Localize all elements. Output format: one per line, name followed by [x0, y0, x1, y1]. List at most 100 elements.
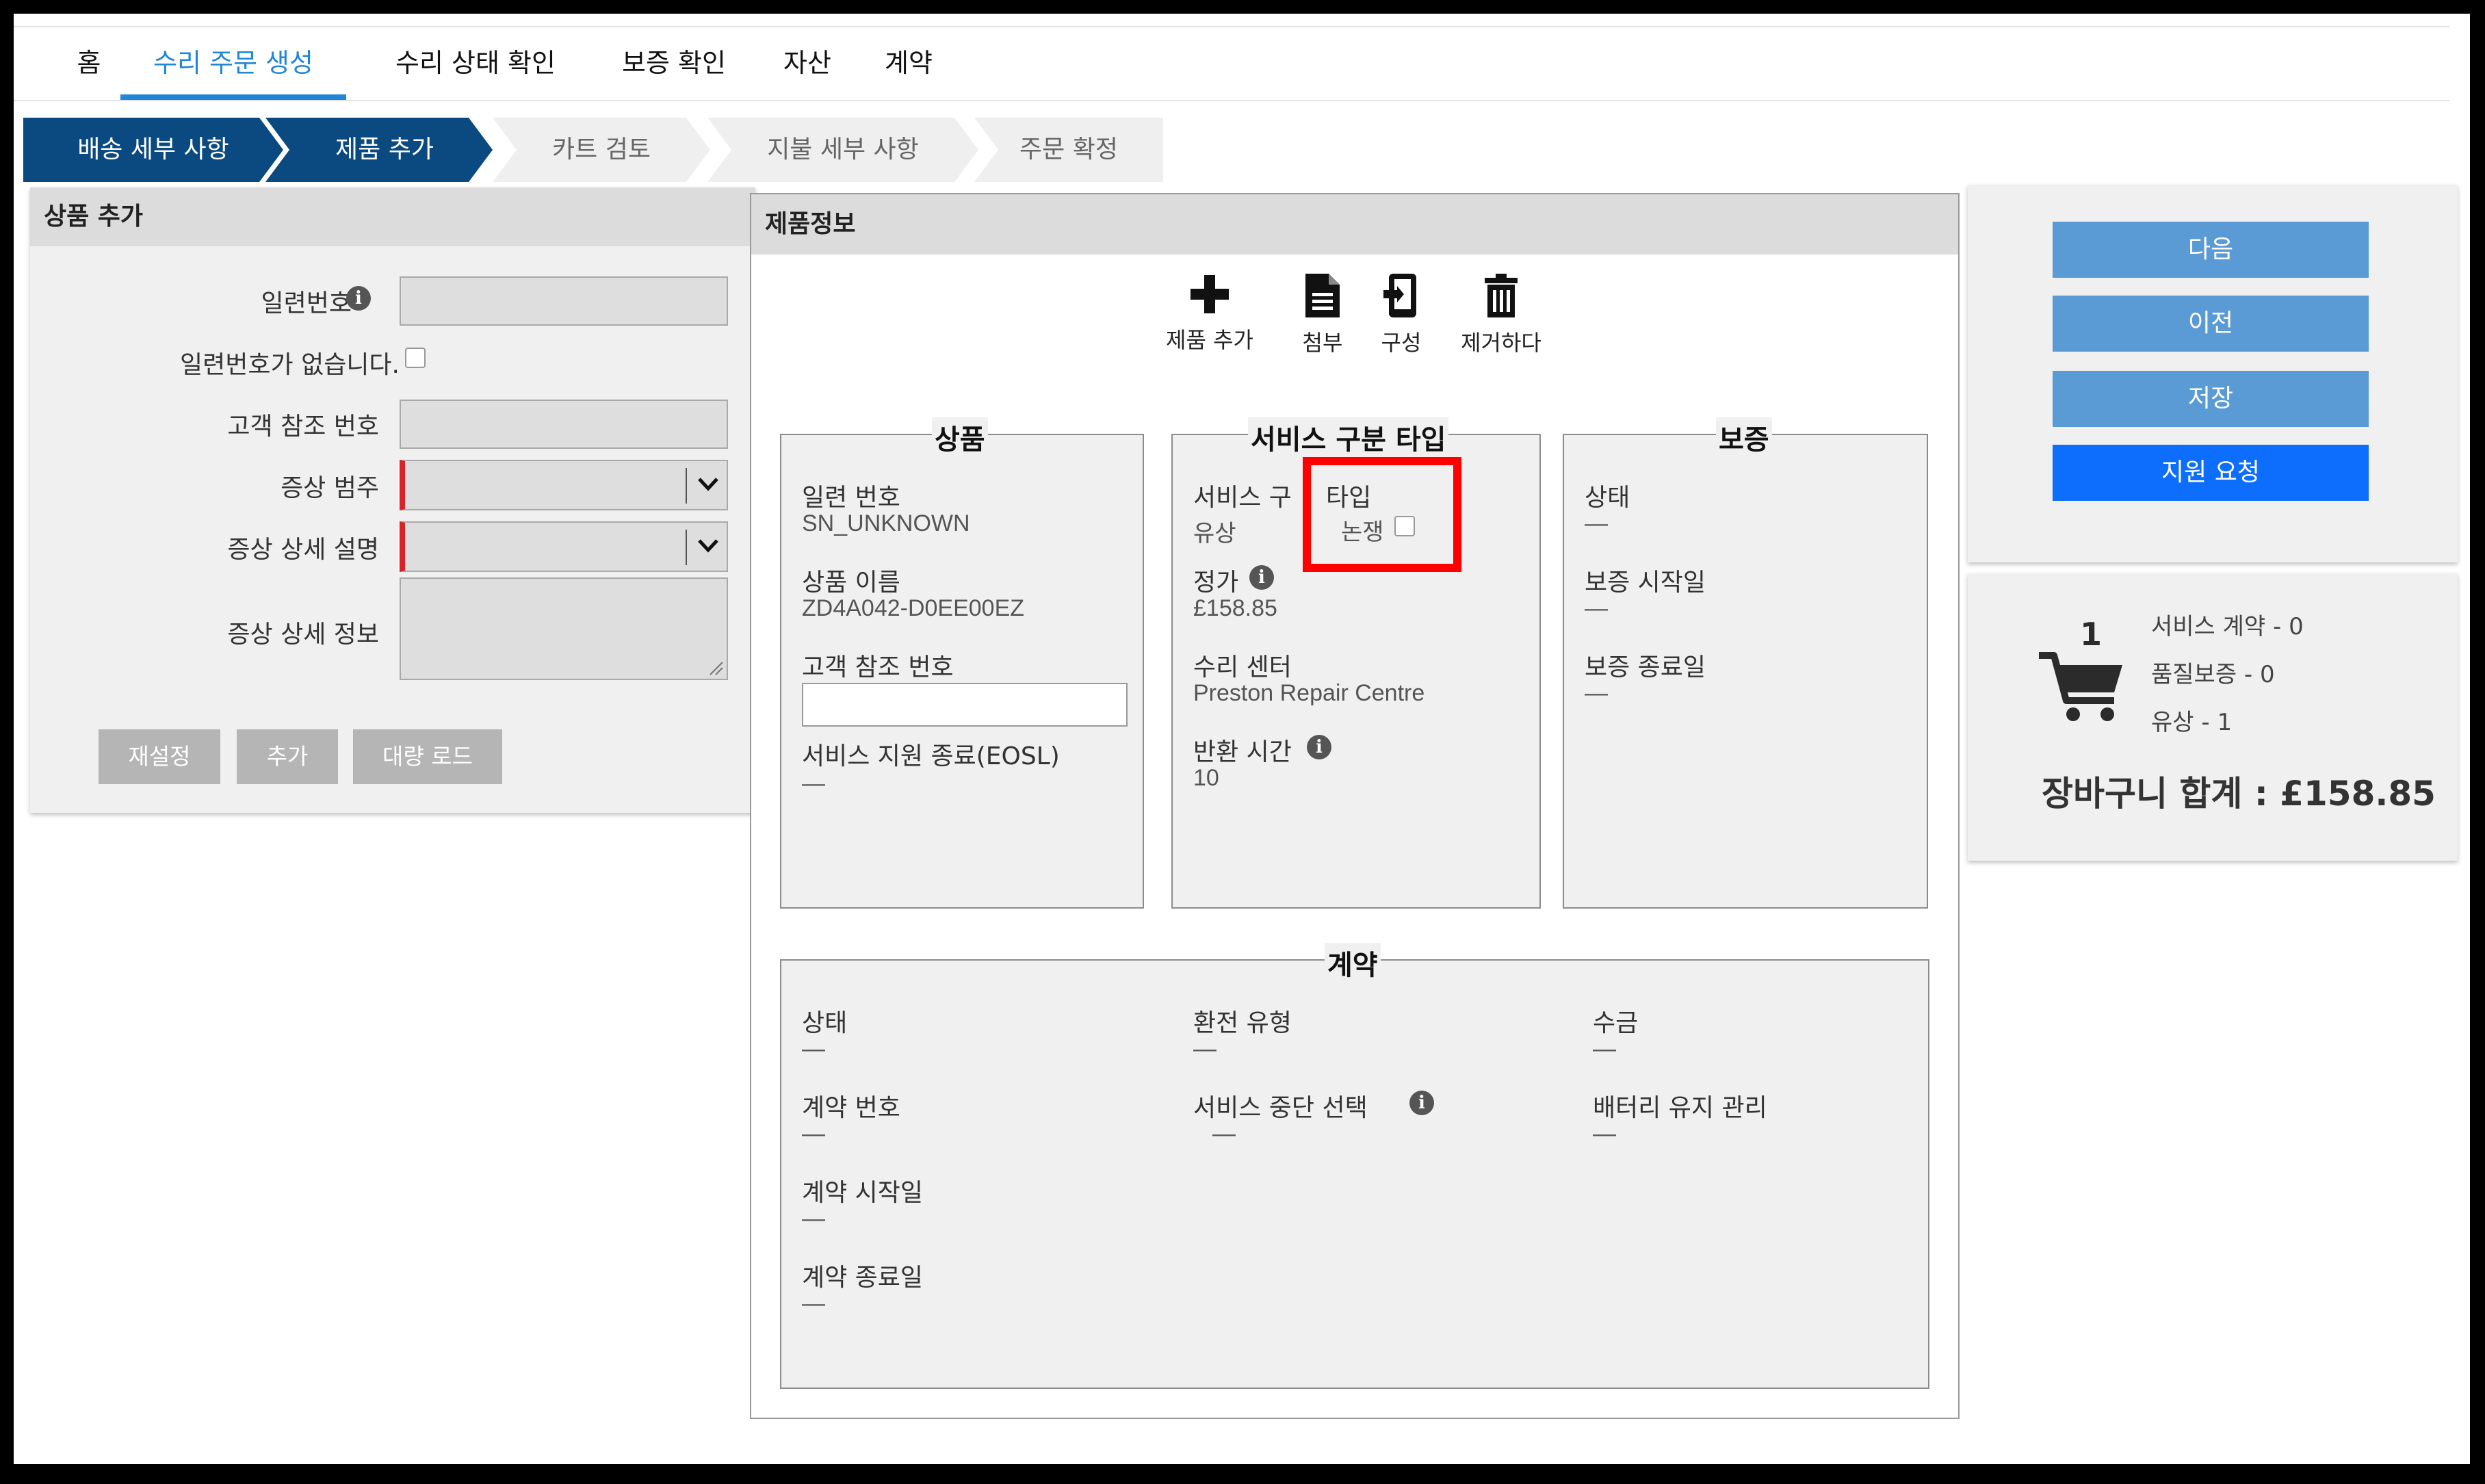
info-icon[interactable]: i: [346, 286, 371, 311]
serial-input[interactable]: [400, 276, 728, 326]
symptom-detail-label: 증상 상세 설명: [227, 536, 379, 564]
warranty-status-label: 상태: [1585, 484, 1630, 512]
step-label: 주문 확정: [1019, 135, 1118, 164]
contract-end-value: —: [802, 1290, 825, 1316]
contract-number-label: 계약 번호: [802, 1094, 900, 1122]
reset-button[interactable]: 재설정: [99, 729, 220, 784]
add-product-panel: 상품 추가 일련번호 i 일련번호가 없습니다. 고객 참조 번호 증상 범주 …: [30, 187, 755, 813]
warranty-end-value: —: [1585, 680, 1608, 706]
warranty-start-label: 보증 시작일: [1585, 569, 1706, 597]
list-price-label: 정가: [1193, 569, 1239, 597]
step-payment-details[interactable]: 지불 세부 사항: [707, 118, 978, 182]
contract-start-value: —: [802, 1206, 825, 1232]
contract-number-value: —: [802, 1121, 825, 1147]
configure-tool[interactable]: 구성: [1367, 272, 1435, 357]
app-window: 홈 수리 주문 생성 수리 상태 확인 보증 확인 자산 계약 배송 세부 사항…: [14, 14, 2470, 1464]
contract-section: 계약 상태 — 계약 번호 — 계약 시작일 — 계약 종료일 — 환전 유형 …: [780, 943, 1929, 1389]
battery-maintenance-value: —: [1593, 1121, 1616, 1147]
tab-contracts[interactable]: 계약: [868, 27, 950, 100]
symptom-info-textarea[interactable]: [400, 577, 728, 680]
product-name-label: 상품 이름: [802, 569, 900, 597]
tab-assets[interactable]: 자산: [766, 27, 848, 100]
warranty-start-value: —: [1585, 595, 1608, 621]
symptom-category-select[interactable]: [400, 460, 728, 510]
cart-total: 장바구니 합계 : £158.85: [2042, 774, 2436, 813]
tab-create-repair-order[interactable]: 수리 주문 생성: [120, 27, 346, 100]
eosl-value: —: [802, 770, 825, 796]
chevron-down-icon[interactable]: [686, 530, 727, 565]
collection-label: 수금: [1593, 1009, 1639, 1037]
return-time-value: 10: [1193, 765, 1219, 791]
serial-label: 일련번호: [261, 289, 352, 317]
step-label: 제품 추가: [335, 135, 434, 164]
attach-tool[interactable]: 첨부: [1292, 272, 1353, 357]
service-type-section: 서비스 구분 타입 서비스 구 타입 유상 논쟁 정가 i £158.85 수리…: [1171, 417, 1541, 909]
panel-title: 상품 추가: [30, 187, 755, 246]
save-button[interactable]: 저장: [2053, 371, 2369, 427]
return-time-label: 반환 시간: [1193, 738, 1292, 766]
product-name-value: ZD4A042-D0EE00EZ: [802, 595, 1025, 621]
contract-start-label: 계약 시작일: [802, 1179, 924, 1207]
section-legend: 서비스 구분 타입: [1248, 417, 1449, 457]
step-add-product[interactable]: 제품 추가: [265, 118, 493, 182]
tool-label: 첨부: [1302, 330, 1343, 356]
previous-button[interactable]: 이전: [2053, 296, 2369, 352]
symptom-category-label: 증상 범주: [281, 474, 379, 502]
serial-value: SN_UNKNOWN: [802, 510, 970, 536]
customer-ref-label: 고객 참조 번호: [802, 653, 954, 681]
tool-label: 제품 추가: [1166, 327, 1253, 353]
step-label: 배송 세부 사항: [77, 135, 229, 164]
chevron-down-icon[interactable]: [686, 468, 727, 504]
next-button[interactable]: 다음: [2053, 222, 2369, 278]
tab-repair-status[interactable]: 수리 상태 확인: [369, 27, 582, 100]
service-interrupt-value: —: [1212, 1121, 1236, 1147]
contract-end-label: 계약 종료일: [802, 1264, 924, 1292]
customer-ref-input[interactable]: [802, 683, 1128, 727]
support-request-button[interactable]: 지원 요청: [2053, 445, 2369, 501]
customer-ref-input[interactable]: [400, 400, 728, 449]
step-cart-review[interactable]: 카트 검토: [493, 118, 710, 182]
symptom-detail-select[interactable]: [400, 521, 728, 572]
contract-status-label: 상태: [802, 1009, 848, 1037]
top-nav: 홈 수리 주문 생성 수리 상태 확인 보증 확인 자산 계약: [14, 26, 2449, 101]
cart-panel: 1 서비스 계약 - 0 품질보증 - 0 유상 - 1 장바구니 합계 : £…: [1968, 573, 2458, 861]
refund-type-label: 환전 유형: [1193, 1009, 1292, 1037]
contract-status-value: —: [802, 1036, 825, 1062]
battery-maintenance-label: 배터리 유지 관리: [1593, 1094, 1767, 1122]
no-serial-label: 일련번호가 없습니다.: [180, 351, 400, 379]
serial-label: 일련 번호: [802, 484, 900, 512]
warranty-section: 보증 상태 — 보증 시작일 — 보증 종료일 —: [1563, 417, 1928, 909]
cart-warranty: 품질보증 - 0: [2151, 661, 2275, 688]
trash-icon: [1485, 274, 1518, 317]
actions-panel: 다음 이전 저장 지원 요청: [1968, 185, 2458, 562]
repair-center-value: Preston Repair Centre: [1193, 680, 1425, 706]
tool-label: 제거하다: [1461, 330, 1541, 356]
info-icon[interactable]: i: [1409, 1091, 1434, 1115]
service-interrupt-label: 서비스 중단 선택: [1193, 1094, 1368, 1122]
no-serial-checkbox[interactable]: [405, 348, 426, 368]
service-type-value: 유상: [1193, 521, 1236, 547]
plus-icon: [1191, 275, 1229, 313]
info-icon[interactable]: i: [1307, 735, 1331, 759]
service-type-label: 서비스 구: [1193, 484, 1292, 512]
add-product-tool[interactable]: 제품 추가: [1155, 272, 1264, 354]
bulk-load-button[interactable]: 대량 로드: [353, 729, 502, 784]
tab-home[interactable]: 홈: [55, 27, 123, 100]
add-button[interactable]: 추가: [237, 729, 338, 784]
info-icon[interactable]: i: [1249, 565, 1274, 590]
tab-warranty-check[interactable]: 보증 확인: [602, 27, 746, 100]
customer-ref-label: 고객 참조 번호: [227, 413, 379, 441]
repair-center-label: 수리 센터: [1193, 653, 1292, 681]
section-legend: 계약: [1325, 943, 1381, 982]
step-label: 지불 세부 사항: [767, 135, 919, 164]
document-icon: [1305, 274, 1340, 317]
section-legend: 상품: [932, 417, 988, 457]
product-info-panel: 제품정보 제품 추가 첨부 구성 제거하다 상품 일련 번호 SN_UNKNOW…: [750, 193, 1960, 1419]
symptom-info-label: 증상 상세 정보: [227, 621, 379, 649]
cart-icon: [2039, 652, 2122, 721]
step-order-confirm[interactable]: 주문 확정: [974, 118, 1163, 182]
resize-handle-icon[interactable]: [709, 661, 724, 676]
step-shipping-details[interactable]: 배송 세부 사항: [23, 118, 283, 182]
remove-tool[interactable]: 제거하다: [1453, 272, 1549, 357]
collection-value: —: [1593, 1036, 1616, 1062]
